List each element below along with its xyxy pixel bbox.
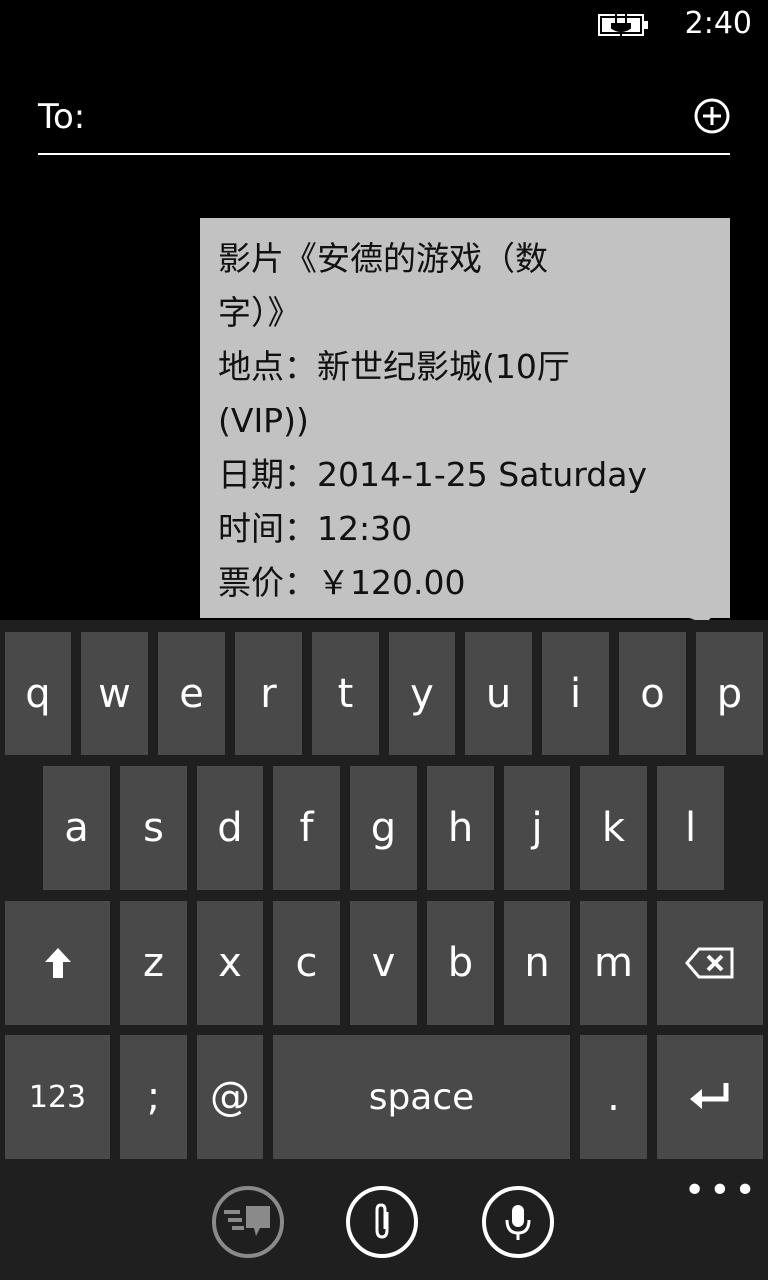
message-line: 时间：12:30	[218, 509, 413, 548]
battery-charging-icon	[598, 14, 648, 37]
key-w[interactable]: w	[81, 632, 148, 755]
to-label: To:	[38, 97, 86, 137]
enter-icon	[690, 1083, 729, 1109]
more-options-button[interactable]: •••	[684, 1170, 760, 1211]
at-key[interactable]: @	[197, 1035, 263, 1159]
message-line: (VIP))	[218, 401, 309, 440]
clock: 2:40	[684, 6, 752, 41]
shift-arrow-icon	[44, 948, 71, 978]
key-i[interactable]: i	[542, 632, 609, 755]
backspace-icon	[685, 947, 734, 979]
message-line: 地点：新世纪影城(10厅	[218, 347, 570, 386]
key-r[interactable]: r	[235, 632, 302, 755]
space-key[interactable]: space	[273, 1035, 570, 1159]
key-g[interactable]: g	[350, 766, 417, 890]
key-v[interactable]: v	[350, 901, 417, 1025]
key-u[interactable]: u	[465, 632, 532, 755]
numbers-key[interactable]: 123	[5, 1035, 110, 1159]
message-line: 字）》	[218, 293, 301, 332]
add-circle-icon[interactable]	[694, 98, 730, 134]
key-n[interactable]: n	[504, 901, 570, 1025]
enter-key[interactable]	[657, 1035, 763, 1159]
key-c[interactable]: c	[273, 901, 340, 1025]
key-b[interactable]: b	[427, 901, 494, 1025]
message-line: 影片《安德的游戏（数	[218, 239, 548, 278]
key-s[interactable]: s	[120, 766, 187, 890]
key-z[interactable]: z	[120, 901, 187, 1025]
key-l[interactable]: l	[657, 766, 724, 890]
key-k[interactable]: k	[580, 766, 647, 890]
shift-key[interactable]	[5, 901, 110, 1025]
key-o[interactable]: o	[619, 632, 686, 755]
recipient-row: To:	[38, 96, 730, 156]
key-m[interactable]: m	[580, 901, 647, 1025]
key-x[interactable]: x	[197, 901, 263, 1025]
key-e[interactable]: e	[158, 632, 225, 755]
semicolon-key[interactable]: ;	[120, 1035, 187, 1159]
message-line: 票价：￥120.00	[218, 563, 466, 602]
message-line: 日期：2014-1-25 Saturday	[218, 455, 647, 494]
recipient-input[interactable]	[98, 96, 662, 140]
key-d[interactable]: d	[197, 766, 263, 890]
key-j[interactable]: j	[504, 766, 570, 890]
send-icon	[224, 1206, 270, 1236]
status-bar: 2:40	[0, 0, 768, 50]
microphone-button[interactable]	[482, 1186, 554, 1258]
key-t[interactable]: t	[312, 632, 379, 755]
to-underline	[38, 153, 730, 155]
key-f[interactable]: f	[273, 766, 340, 890]
period-key[interactable]: .	[580, 1035, 647, 1159]
key-q[interactable]: q	[5, 632, 71, 755]
key-y[interactable]: y	[389, 632, 455, 755]
key-h[interactable]: h	[427, 766, 494, 890]
keyboard: q w e r t y u i o p a s d f g h j k l z …	[0, 620, 768, 1280]
send-button[interactable]	[212, 1186, 284, 1258]
microphone-icon	[505, 1205, 531, 1240]
message-bubble[interactable]: 影片《安德的游戏（数 字）》 地点：新世纪影城(10厅 (VIP)) 日期：20…	[200, 218, 730, 618]
key-p[interactable]: p	[696, 632, 763, 755]
key-a[interactable]: a	[43, 766, 110, 890]
attach-icon	[375, 1203, 389, 1239]
attach-button[interactable]	[346, 1186, 418, 1258]
backspace-key[interactable]	[657, 901, 763, 1025]
